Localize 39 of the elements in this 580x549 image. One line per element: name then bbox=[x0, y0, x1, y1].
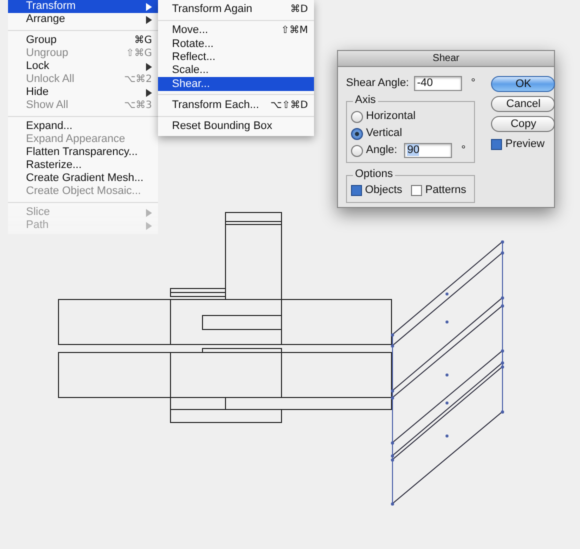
menu-item[interactable]: Reset Bounding Box bbox=[158, 120, 314, 134]
radio-button[interactable] bbox=[351, 110, 363, 122]
input-field[interactable]: -40 bbox=[414, 76, 462, 91]
checkbox[interactable] bbox=[491, 139, 502, 150]
menu-item[interactable]: Group ⌘G bbox=[8, 34, 158, 47]
dialog-button[interactable]: Cancel bbox=[491, 96, 556, 112]
radio-label[interactable]: Horizontal bbox=[366, 108, 416, 125]
radio-label[interactable]: Vertical bbox=[366, 125, 402, 142]
unit-label: ° bbox=[461, 143, 466, 158]
dialog-title: Shear bbox=[338, 51, 554, 67]
checkbox-label[interactable]: Preview bbox=[505, 136, 545, 153]
menu-item[interactable]: Lock bbox=[8, 60, 158, 73]
checkbox[interactable] bbox=[351, 185, 362, 196]
menu-item[interactable]: Expand... bbox=[8, 120, 158, 133]
radio-button[interactable] bbox=[351, 144, 363, 156]
checkbox-label[interactable]: Patterns bbox=[425, 182, 466, 199]
radio-label[interactable]: Angle: bbox=[366, 142, 398, 159]
dialog-button[interactable]: Copy bbox=[491, 116, 556, 132]
menu-item[interactable]: Shear... bbox=[158, 77, 314, 91]
menu-item[interactable]: Reflect... bbox=[158, 50, 314, 64]
menu-item[interactable]: Transform bbox=[8, 0, 158, 13]
unit-label: ° bbox=[471, 76, 476, 92]
menu-item[interactable]: Create Gradient Mesh... bbox=[8, 172, 158, 185]
checkbox[interactable] bbox=[411, 185, 422, 196]
field-label: Shear Angle: bbox=[346, 76, 409, 92]
radio-button[interactable] bbox=[351, 128, 363, 140]
menu-item[interactable]: Hide bbox=[8, 86, 158, 99]
menu-item[interactable]: Arrange bbox=[8, 13, 158, 26]
menu-item[interactable]: Flatten Transparency... bbox=[8, 146, 158, 159]
menu-item[interactable]: Transform Again ⌘D bbox=[158, 3, 314, 16]
menu-item[interactable]: Rotate... bbox=[158, 38, 314, 51]
menu-item[interactable]: Scale... bbox=[158, 64, 314, 78]
input-field[interactable]: 90 bbox=[404, 143, 452, 158]
menu-item[interactable]: Transform Each... ⌥⇧⌘D bbox=[158, 98, 314, 112]
group-label: Options bbox=[353, 168, 395, 181]
menu-item[interactable]: Rasterize... bbox=[8, 159, 158, 172]
menu-item[interactable]: Move... ⇧⌘M bbox=[158, 24, 314, 38]
checkbox-label[interactable]: Objects bbox=[365, 182, 402, 199]
dialog-button[interactable]: OK bbox=[491, 76, 556, 92]
